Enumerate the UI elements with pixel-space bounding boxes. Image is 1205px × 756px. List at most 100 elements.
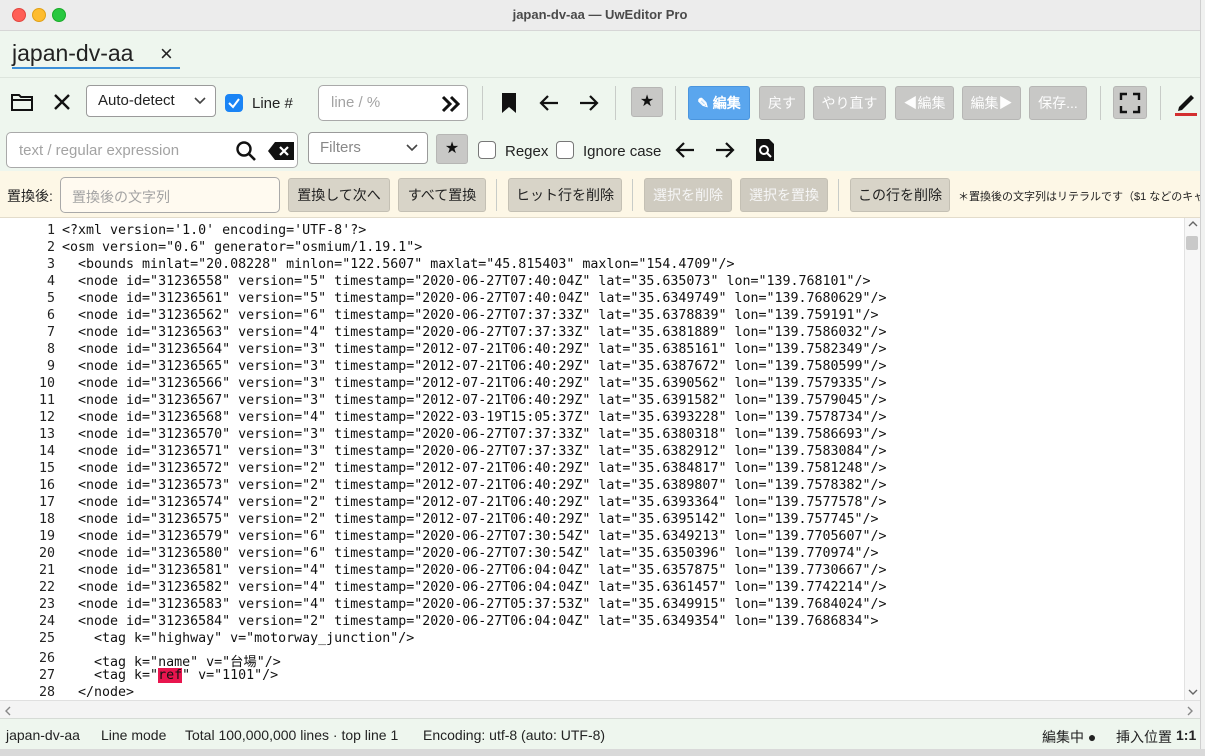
code-line[interactable]: <node id="31236563" version="4" timestam…	[62, 325, 887, 340]
replace-next-button[interactable]: 置換して次へ	[288, 178, 390, 212]
code-line[interactable]: <node id="31236581" version="4" timestam…	[62, 563, 887, 578]
code-line[interactable]: <node id="31236582" version="4" timestam…	[62, 580, 887, 595]
arrow-left-icon[interactable]	[538, 93, 560, 113]
ignore-case-checkbox[interactable]	[556, 141, 574, 159]
scroll-left-icon[interactable]	[4, 706, 12, 716]
filters-select-value: Filters	[320, 139, 361, 156]
next-edit-button[interactable]: 編集▶	[962, 86, 1021, 120]
search-highlight: ref	[158, 668, 183, 683]
code-line[interactable]: <node id="31236567" version="3" timestam…	[62, 393, 887, 408]
line-number: 13	[38, 427, 55, 442]
code-line[interactable]: <node id="31236573" version="2" timestam…	[62, 478, 887, 493]
code-line[interactable]: <node id="31236572" version="2" timestam…	[62, 461, 887, 476]
tab-close-icon[interactable]: ×	[160, 41, 173, 67]
code-line[interactable]: <node id="31236558" version="5" timestam…	[62, 274, 871, 289]
replace-all-button[interactable]: すべて置換	[398, 178, 486, 212]
filters-select[interactable]: Filters	[308, 132, 428, 164]
search-next-icon[interactable]	[714, 140, 736, 160]
search-placeholder: text / regular expression	[19, 142, 180, 159]
code-line[interactable]: <node id="31236564" version="3" timestam…	[62, 342, 887, 357]
bookmarks-star-button[interactable]: ★	[631, 87, 663, 117]
line-number: 16	[38, 478, 55, 493]
code-line[interactable]: <node id="31236570" version="3" timestam…	[62, 427, 887, 442]
delete-hit-lines-button[interactable]: ヒット行を削除	[508, 178, 622, 212]
arrow-right-icon[interactable]	[578, 93, 600, 113]
go-icon[interactable]	[441, 95, 461, 113]
code-line[interactable]: <node id="31236575" version="2" timestam…	[62, 512, 879, 527]
line-number-gutter: 1 2 3 4 5 6 7 8 9 10 11 12 13 14 15 16 17 18 19 20 21 22 23 24 2…	[0, 218, 58, 700]
goto-line-input[interactable]: line / %	[318, 85, 468, 121]
encoding-select[interactable]: Auto-detect	[86, 85, 216, 117]
code-line[interactable]: <bounds minlat="20.08228" minlon="122.56…	[62, 257, 734, 272]
code-line[interactable]: <?xml version='1.0' encoding='UTF-8'?>	[62, 223, 366, 238]
line-number: 6	[46, 308, 55, 323]
code-line[interactable]: <node id="31236565" version="3" timestam…	[62, 359, 887, 374]
save-button[interactable]: 保存...	[1029, 86, 1087, 120]
tab-file[interactable]: japan-dv-aa ×	[12, 39, 180, 69]
divider	[675, 86, 676, 120]
code-line[interactable]: <node id="31236583" version="4" timestam…	[62, 597, 887, 612]
line-number: 10	[38, 376, 55, 391]
code-line[interactable]: <node id="31236561" version="5" timestam…	[62, 291, 887, 306]
replace-input[interactable]: 置換後の文字列	[60, 177, 280, 213]
goto-line-placeholder: line / %	[331, 94, 381, 111]
replace-selection-button[interactable]: 選択を置換	[740, 178, 828, 212]
line-number: 27	[38, 668, 55, 683]
line-number: 15	[38, 461, 55, 476]
vertical-scrollbar[interactable]	[1184, 218, 1200, 700]
search-input[interactable]: text / regular expression	[6, 132, 298, 168]
open-folder-icon[interactable]	[10, 91, 34, 113]
pen-icon[interactable]	[1174, 90, 1198, 116]
line-number: 1	[46, 223, 55, 238]
ignore-case-label: Ignore case	[583, 143, 662, 160]
code-line[interactable]: <node id="31236580" version="6" timestam…	[62, 546, 879, 561]
status-encoding: Encoding: utf-8 (auto: UTF-8)	[423, 727, 606, 743]
status-editing: 編集中 ●	[1042, 729, 1097, 745]
code-line[interactable]: <node id="31236568" version="4" timestam…	[62, 410, 887, 425]
line-mode-checkbox[interactable]	[225, 94, 243, 112]
redo-button[interactable]: やり直す	[813, 86, 886, 120]
code-line[interactable]: <node id="31236562" version="6" timestam…	[62, 308, 879, 323]
status-bar: japan-dv-aa Line mode Total 100,000,000 …	[0, 718, 1200, 751]
chevron-down-icon	[194, 97, 206, 105]
divider	[632, 179, 633, 211]
regex-label: Regex	[505, 143, 549, 160]
bookmark-icon[interactable]	[500, 92, 518, 114]
find-in-document-icon[interactable]	[754, 138, 776, 162]
code-line[interactable]: <node id="31236566" version="3" timestam…	[62, 376, 887, 391]
horizontal-scrollbar[interactable]	[0, 700, 1200, 719]
edit-button[interactable]: ✎ 編集	[688, 86, 750, 120]
code-line[interactable]: <node id="31236579" version="6" timestam…	[62, 529, 887, 544]
undo-button[interactable]: 戻す	[759, 86, 805, 120]
line-number: 8	[46, 342, 55, 357]
text-editor[interactable]: 1 2 3 4 5 6 7 8 9 10 11 12 13 14 15 16 17 18 19 20 21 22 23 24 2…	[0, 218, 1184, 700]
divider	[615, 86, 616, 120]
close-file-icon[interactable]	[52, 92, 72, 112]
delete-this-line-button[interactable]: この行を削除	[850, 178, 950, 212]
background-strip	[0, 749, 1205, 756]
fullscreen-button[interactable]	[1113, 86, 1147, 119]
search-star-button[interactable]: ★	[436, 134, 468, 164]
code-line[interactable]: <node id="31236584" version="2" timestam…	[62, 614, 879, 629]
status-total: Total 100,000,000 lines · top line 1	[185, 727, 399, 743]
clear-search-icon[interactable]	[267, 141, 295, 161]
regex-checkbox[interactable]	[478, 141, 496, 159]
code-line[interactable]: </node>	[62, 685, 134, 700]
code-line[interactable]: <node id="31236574" version="2" timestam…	[62, 495, 887, 510]
scrollbar-thumb[interactable]	[1186, 236, 1198, 250]
line-number: 25	[38, 631, 55, 646]
scroll-down-icon[interactable]	[1188, 688, 1198, 696]
tab-label: japan-dv-aa	[12, 40, 134, 66]
code-line[interactable]: <osm version="0.6" generator="osmium/1.1…	[62, 240, 422, 255]
scroll-up-icon[interactable]	[1188, 220, 1198, 228]
code-line[interactable]: <node id="31236571" version="3" timestam…	[62, 444, 887, 459]
status-insert-label: 挿入位置	[1116, 729, 1172, 745]
scroll-right-icon[interactable]	[1186, 706, 1194, 716]
search-prev-icon[interactable]	[674, 140, 696, 160]
prev-edit-button[interactable]: ◀編集	[895, 86, 954, 120]
divider	[1160, 86, 1161, 120]
delete-selection-button[interactable]: 選択を削除	[644, 178, 732, 212]
search-icon[interactable]	[235, 140, 257, 162]
code-line[interactable]: <tag k="highway" v="motorway_junction"/>	[62, 631, 414, 646]
code-line[interactable]: <tag k="ref" v="1101"/>	[62, 668, 278, 683]
